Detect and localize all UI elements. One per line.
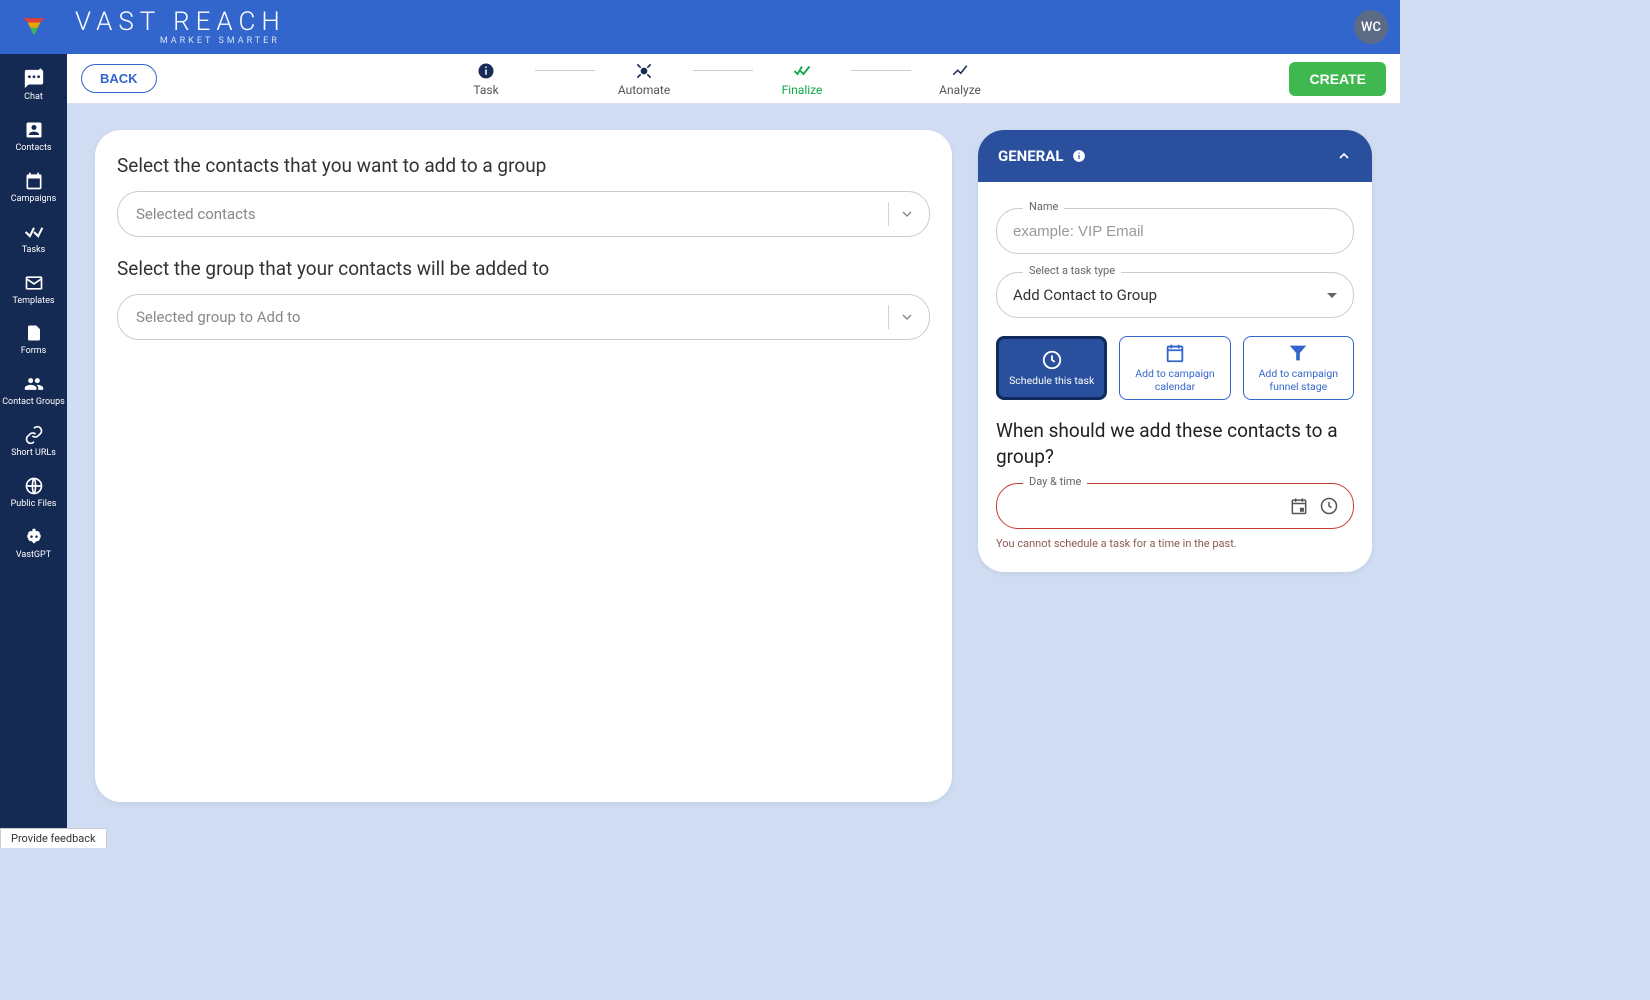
brand-text: VAST REACH MARKET SMARTER xyxy=(75,9,286,46)
sidebar-item-templates[interactable]: Templates xyxy=(0,264,67,315)
sidebar-item-contact-groups[interactable]: Contact Groups xyxy=(0,365,67,416)
brand-main: VAST REACH xyxy=(75,9,286,35)
contacts-icon xyxy=(23,119,45,141)
feedback-tab[interactable]: Provide feedback xyxy=(0,828,107,848)
back-button[interactable]: BACK xyxy=(81,64,157,93)
sidebar-item-chat[interactable]: Chat xyxy=(0,60,67,111)
calendar-icon xyxy=(23,170,45,192)
panel-title: GENERAL xyxy=(998,147,1064,165)
step-finalize[interactable]: Finalize xyxy=(767,61,837,97)
name-label: Name xyxy=(1023,200,1064,213)
group-icon xyxy=(23,373,45,395)
name-field[interactable]: Name xyxy=(996,208,1354,254)
prompt-group: Select the group that your contacts will… xyxy=(117,257,930,280)
avatar[interactable]: WC xyxy=(1354,10,1388,44)
calendar-picker-icon[interactable] xyxy=(1289,496,1309,516)
datetime-field[interactable]: Day & time xyxy=(996,483,1354,529)
sidebar-item-tasks[interactable]: Tasks xyxy=(0,213,67,264)
name-input[interactable] xyxy=(1013,223,1337,240)
analytics-icon xyxy=(950,61,970,81)
sidebar-item-label: Campaigns xyxy=(11,195,56,205)
sidebar-item-vastgpt[interactable]: VastGPT xyxy=(0,518,67,569)
sidebar-item-label: Contact Groups xyxy=(2,398,65,408)
info-icon xyxy=(1072,149,1086,163)
option-funnel-stage[interactable]: Add to campaign funnel stage xyxy=(1243,336,1354,400)
tasks-icon xyxy=(23,221,45,243)
panel-body: Name Select a task type Add Contact to G… xyxy=(978,182,1372,572)
calendar-icon xyxy=(1164,342,1186,364)
task-type-select[interactable]: Select a task type Add Contact to Group xyxy=(996,272,1354,318)
funnel-logo-icon xyxy=(23,18,45,36)
mail-icon xyxy=(23,272,45,294)
sidebar-item-label: Tasks xyxy=(22,246,46,256)
sidebar: Chat Contacts Campaigns Tasks Templates … xyxy=(0,54,67,848)
chevron-up-icon xyxy=(1336,148,1352,164)
prompt-contacts: Select the contacts that you want to add… xyxy=(117,154,930,177)
option-schedule-task[interactable]: Schedule this task xyxy=(996,336,1107,400)
double-check-icon xyxy=(792,61,812,81)
contacts-placeholder: Selected contacts xyxy=(136,205,256,223)
content-area: Select the contacts that you want to add… xyxy=(67,104,1400,848)
clock-icon xyxy=(1041,349,1063,371)
sidebar-item-contacts[interactable]: Contacts xyxy=(0,111,67,162)
chevron-down-icon xyxy=(899,309,915,325)
bot-icon xyxy=(23,526,45,548)
create-button[interactable]: CREATE xyxy=(1289,62,1386,96)
link-icon xyxy=(23,424,45,446)
sidebar-item-public-files[interactable]: Public Files xyxy=(0,467,67,518)
datetime-error: You cannot schedule a task for a time in… xyxy=(996,537,1354,550)
forms-icon xyxy=(23,322,45,344)
secondary-toolbar: BACK Task Automate Finalize An xyxy=(67,54,1400,104)
sidebar-item-short-urls[interactable]: Short URLs xyxy=(0,416,67,467)
globe-icon xyxy=(23,475,45,497)
group-select[interactable]: Selected group to Add to xyxy=(117,294,930,340)
option-campaign-calendar[interactable]: Add to campaign calendar xyxy=(1119,336,1230,400)
funnel-icon xyxy=(1287,342,1309,364)
task-type-value: Add Contact to Group xyxy=(1013,286,1157,304)
sidebar-item-label: Public Files xyxy=(11,500,57,510)
dropdown-arrow-icon xyxy=(1327,293,1337,298)
group-placeholder: Selected group to Add to xyxy=(136,308,300,326)
datetime-label: Day & time xyxy=(1023,475,1087,488)
sidebar-item-label: Forms xyxy=(21,347,47,357)
sidebar-item-forms[interactable]: Forms xyxy=(0,314,67,365)
chevron-down-icon xyxy=(899,206,915,222)
top-header: VAST REACH MARKET SMARTER WC xyxy=(0,0,1400,54)
logo-icon-wrap xyxy=(0,18,67,36)
step-analyze[interactable]: Analyze xyxy=(925,61,995,97)
schedule-heading: When should we add these contacts to a g… xyxy=(996,418,1354,469)
general-panel: GENERAL Name Select a task type Add Cont… xyxy=(978,130,1372,572)
schedule-option-row: Schedule this task Add to campaign calen… xyxy=(996,336,1354,400)
sidebar-item-label: Contacts xyxy=(15,144,51,154)
sidebar-item-label: VastGPT xyxy=(16,551,51,561)
panel-header[interactable]: GENERAL xyxy=(978,130,1372,182)
clock-picker-icon[interactable] xyxy=(1319,496,1339,516)
step-automate[interactable]: Automate xyxy=(609,61,679,97)
sidebar-item-label: Chat xyxy=(24,93,43,103)
info-circle-icon xyxy=(476,61,496,81)
brand-sub: MARKET SMARTER xyxy=(75,36,286,46)
contacts-select[interactable]: Selected contacts xyxy=(117,191,930,237)
task-type-label: Select a task type xyxy=(1023,264,1121,277)
sidebar-item-label: Short URLs xyxy=(11,449,56,459)
main-card: Select the contacts that you want to add… xyxy=(95,130,952,802)
sidebar-item-label: Templates xyxy=(12,297,54,307)
stepper: Task Automate Finalize Analyze xyxy=(157,61,1290,97)
step-task[interactable]: Task xyxy=(451,61,521,97)
sidebar-item-campaigns[interactable]: Campaigns xyxy=(0,162,67,213)
chat-icon xyxy=(23,68,45,90)
automate-icon xyxy=(634,61,654,81)
